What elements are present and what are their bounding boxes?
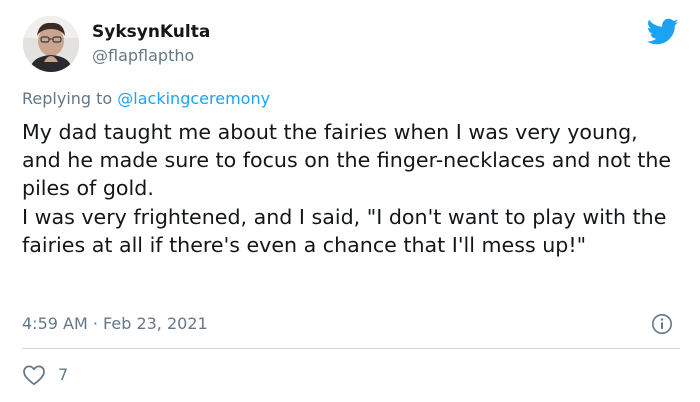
reply-mention-link[interactable]: @lackingceremony xyxy=(117,89,270,108)
tweet-card: SyksynKulta @flapflaptho Replying to @la… xyxy=(0,0,700,402)
author-handle[interactable]: @flapflaptho xyxy=(92,46,194,66)
tweet-paragraph: I was very frightened, and I said, "I do… xyxy=(22,204,667,257)
like-button[interactable]: 7 xyxy=(22,364,68,386)
reply-context: Replying to @lackingceremony xyxy=(22,88,270,110)
avatar[interactable] xyxy=(23,16,79,72)
heart-icon xyxy=(23,365,45,386)
tweet-paragraph: My dad taught me about the fairies when … xyxy=(22,120,672,201)
like-count: 7 xyxy=(58,365,69,384)
twitter-bird-icon[interactable] xyxy=(647,18,679,46)
avatar-photo xyxy=(23,16,79,72)
author-display-name[interactable]: SyksynKulta xyxy=(92,22,210,42)
tweet-text: My dad taught me about the fairies when … xyxy=(22,118,682,259)
reply-prefix: Replying to xyxy=(22,89,113,108)
divider xyxy=(22,348,680,349)
tweet-timestamp[interactable]: 4:59 AM · Feb 23, 2021 xyxy=(22,313,208,335)
info-icon[interactable] xyxy=(651,313,673,335)
